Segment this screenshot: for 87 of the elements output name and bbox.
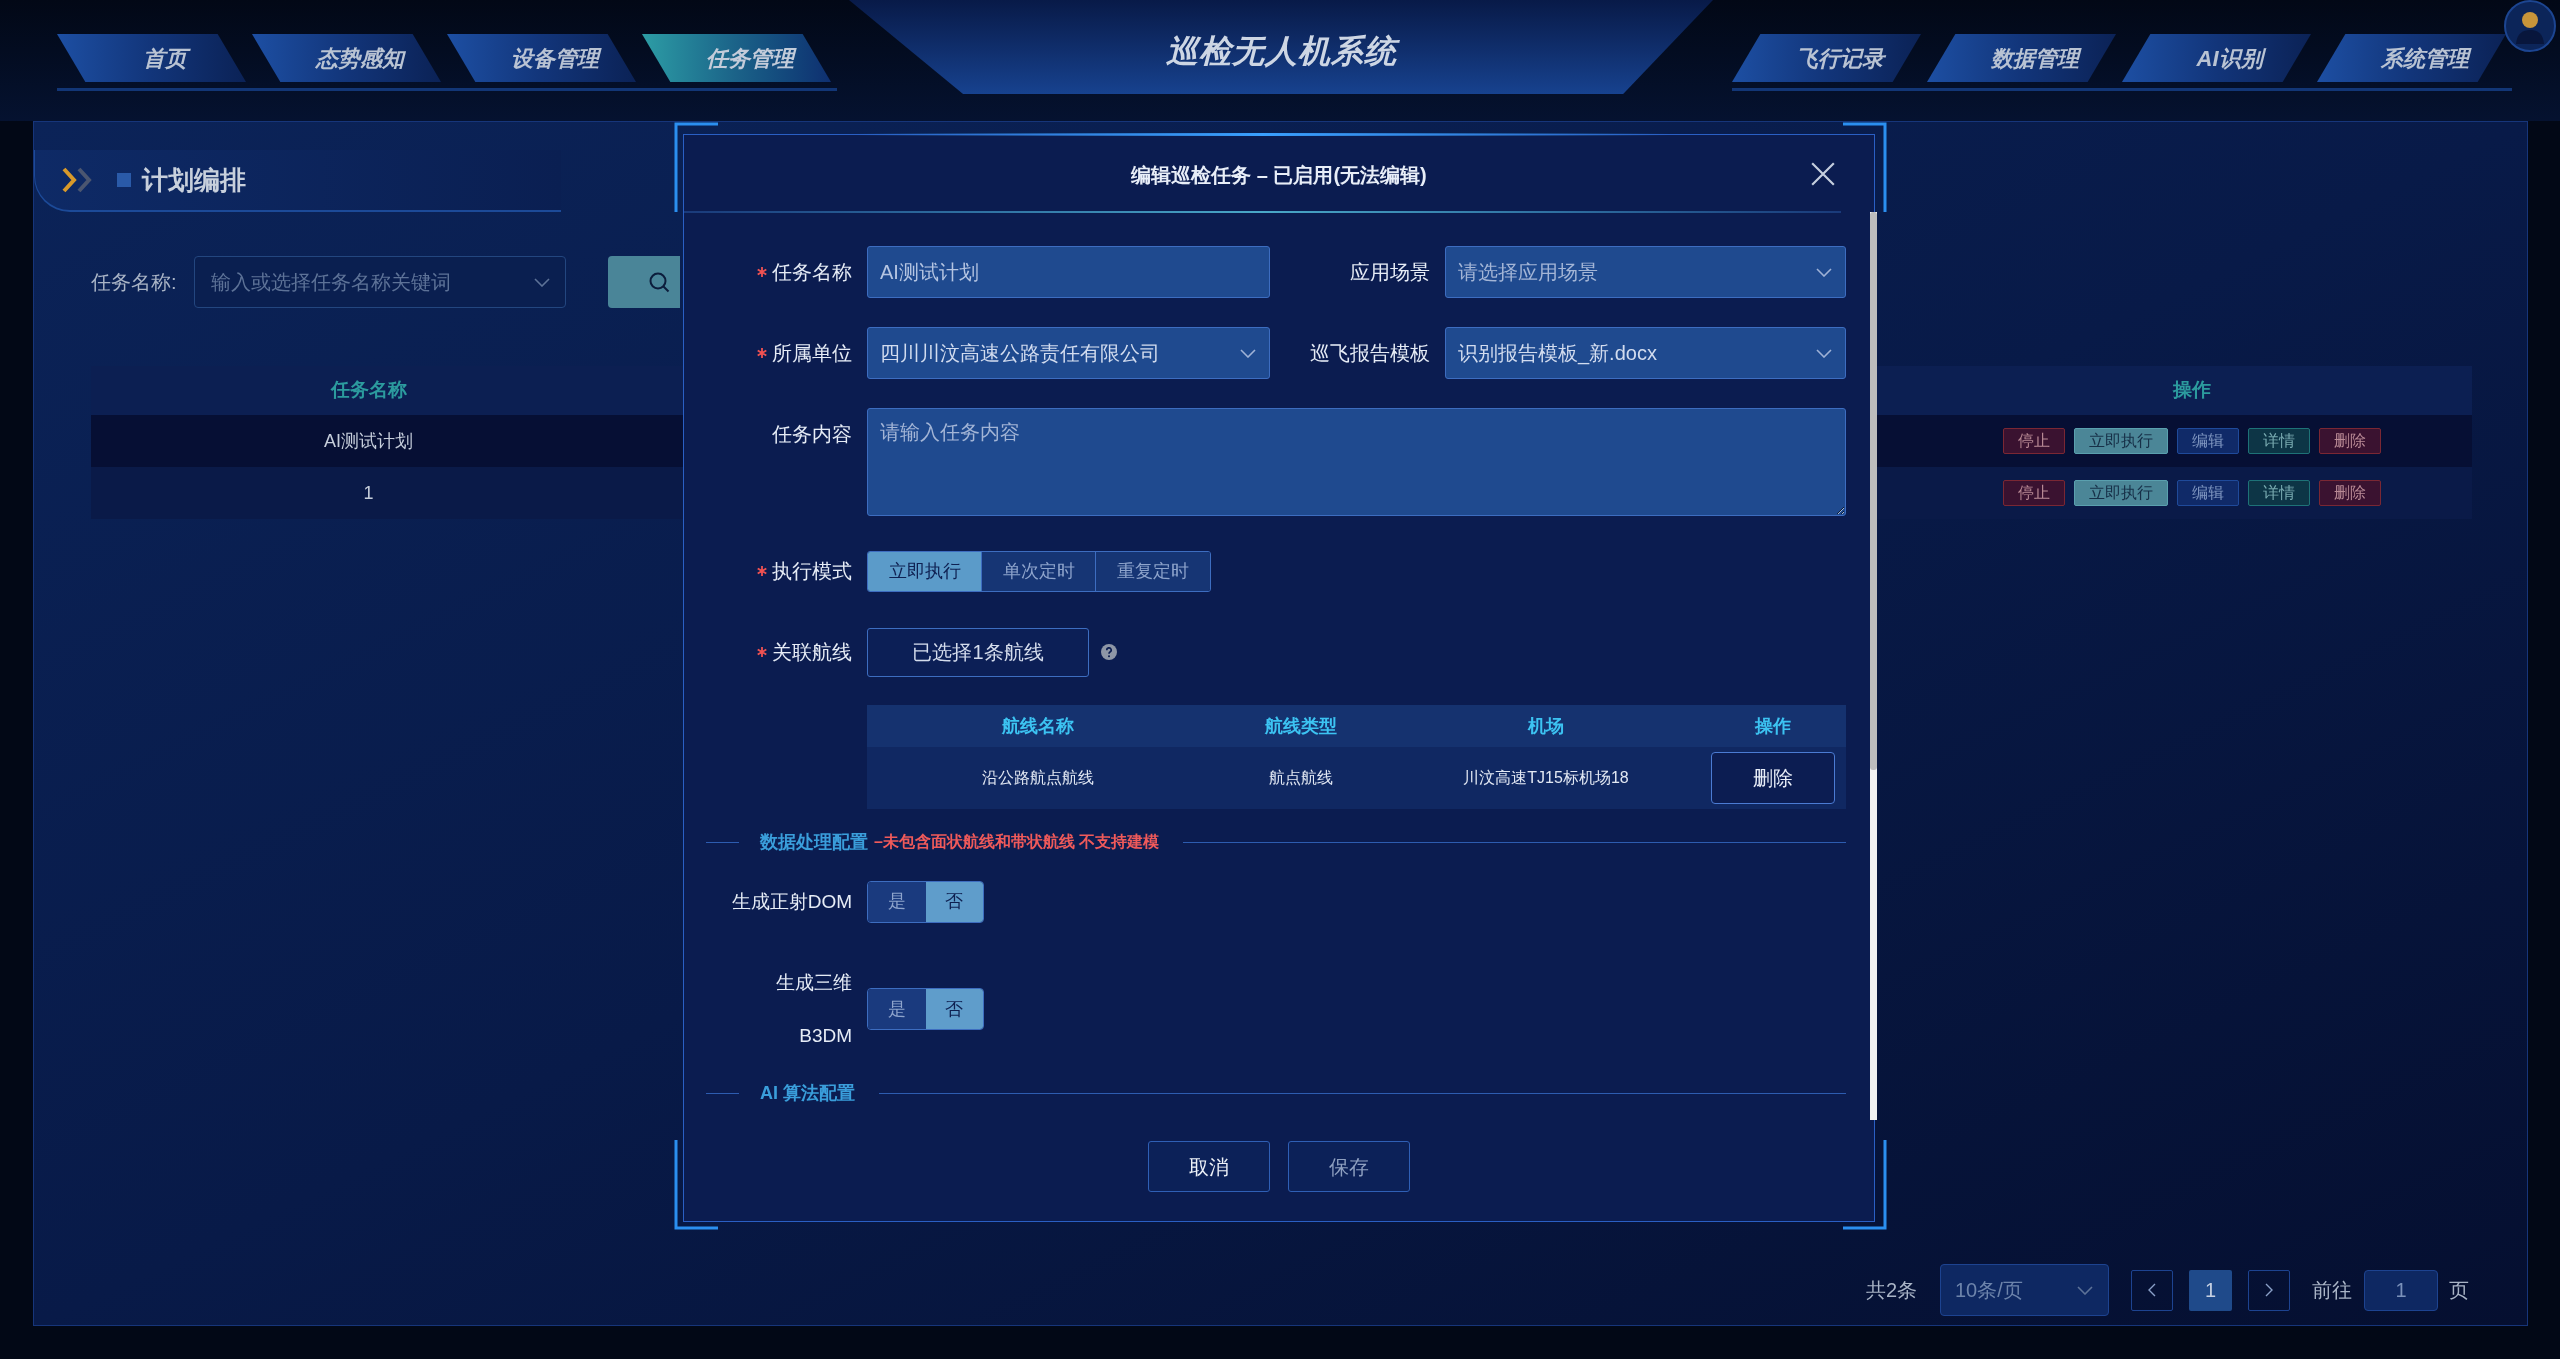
chevron-down-icon <box>2077 1286 2093 1295</box>
section-title: 计划编排 <box>142 163 246 197</box>
select-field[interactable]: 识别报告模板_新.docx <box>1445 327 1846 379</box>
chevron-right-icon <box>2265 1283 2273 1297</box>
avatar-icon[interactable] <box>2504 0 2556 52</box>
row-action-button[interactable]: 立即执行 <box>2074 480 2168 506</box>
table-cell-text: 航点航线 <box>1268 768 1334 788</box>
field-label: 任务名称 <box>772 260 852 285</box>
close-icon <box>1810 161 1836 187</box>
nav-tab[interactable]: 系统管理 <box>2317 34 2506 82</box>
nav-tab[interactable]: 任务管理 <box>642 34 831 82</box>
option-label: 生成三维 B3DM <box>775 971 852 1048</box>
table-cell-text: 川汶高速TJ15标机场18 <box>1462 768 1630 788</box>
mode-option[interactable]: 单次定时 <box>982 551 1096 591</box>
row-action-button[interactable]: 删除 <box>2319 480 2381 506</box>
field-label: 应用场景 <box>1350 260 1430 285</box>
text-input[interactable]: AI测试计划 <box>867 246 1270 298</box>
dialog-button[interactable]: 取消 <box>1148 1141 1270 1192</box>
column-header: 操作 <box>2171 378 2212 403</box>
mode-option[interactable]: 重复定时 <box>1096 551 1210 591</box>
chevron-down-icon <box>1240 349 1256 358</box>
route-select-button[interactable]: 已选择1条航线 <box>867 627 1089 677</box>
goto-suffix: 页 <box>2449 1278 2469 1303</box>
column-header: 航线名称 <box>1001 714 1075 738</box>
toggle-option[interactable]: 否 <box>925 989 983 1029</box>
nav-tab[interactable]: 飞行记录 <box>1732 34 1921 82</box>
chevron-down-icon <box>1816 268 1832 277</box>
row-action-button[interactable]: 立即执行 <box>2074 428 2168 454</box>
select-field[interactable]: 四川川汶高速公路责任有限公司 <box>867 327 1270 379</box>
help-icon <box>1101 644 1117 660</box>
row-action-button[interactable]: 详情 <box>2248 428 2310 454</box>
field-label: 巡飞报告模板 <box>1310 341 1430 366</box>
scrollbar-thumb[interactable] <box>1870 212 1877 770</box>
section-heading: 数据处理配置 <box>760 830 868 854</box>
next-page-button[interactable] <box>2248 1269 2290 1311</box>
column-header: 任务名称 <box>329 378 408 403</box>
nav-tab[interactable]: 数据管理 <box>1927 34 2116 82</box>
page-button[interactable]: 1 <box>2189 1269 2232 1311</box>
nav-tab[interactable]: AI识别 <box>2122 34 2311 82</box>
toggle-option[interactable]: 是 <box>868 881 926 922</box>
nav-tab[interactable]: 设备管理 <box>447 34 636 82</box>
field-label: 执行模式 <box>772 559 852 584</box>
table-cell-text: 沿公路航点航线 <box>981 768 1095 788</box>
previous-page-button[interactable] <box>2131 1269 2173 1311</box>
chevron-left-icon <box>2148 1283 2156 1297</box>
close-button[interactable] <box>1810 161 1836 187</box>
select-field[interactable]: 请选择应用场景 <box>1445 246 1846 298</box>
search-icon <box>647 271 670 293</box>
search-label: 任务名称: <box>91 270 177 295</box>
page-size-select[interactable]: 10条/页 <box>1940 1264 2109 1316</box>
total-count: 共2条 <box>1865 1278 1917 1303</box>
nav-tab[interactable]: 态势感知 <box>252 34 441 82</box>
option-label: 生成正射DOM <box>731 890 852 914</box>
row-action-button[interactable]: 删除 <box>2319 428 2381 454</box>
row-action-button[interactable]: 编辑 <box>2177 428 2239 454</box>
chevron-down-icon <box>533 278 550 287</box>
chevron-down-icon <box>1816 349 1832 358</box>
column-header: 机场 <box>1526 714 1565 738</box>
goto-label: 前往 <box>2312 1278 2352 1303</box>
section-note: –未包含面状航线和带状航线 不支持建模 <box>874 832 1160 852</box>
row-action-button[interactable]: 详情 <box>2248 480 2310 506</box>
field-label: 关联航线 <box>772 640 852 665</box>
row-action-button[interactable]: 停止 <box>2003 428 2065 454</box>
textarea-field[interactable]: 请输入任务内容 <box>867 408 1846 516</box>
row-action-button[interactable]: 编辑 <box>2177 480 2239 506</box>
field-label: 所属单位 <box>772 341 852 366</box>
search-select[interactable]: 输入或选择任务名称关键词 <box>193 256 566 308</box>
square-marker-icon <box>117 173 131 187</box>
toggle-option[interactable]: 否 <box>925 881 983 922</box>
corner-bracket-icon <box>674 1140 718 1230</box>
delete-button[interactable]: 删除 <box>1710 752 1835 804</box>
dialog-title: 编辑巡检任务 – 已启用(无法编辑) <box>1131 163 1427 188</box>
corner-bracket-icon <box>1843 122 1887 212</box>
table-cell-text: 1 <box>362 481 375 505</box>
corner-bracket-icon <box>674 122 718 212</box>
field-label: 任务内容 <box>772 422 852 447</box>
column-header: 操作 <box>1753 714 1792 738</box>
section-heading: AI 算法配置 <box>760 1081 855 1105</box>
table-cell-text: AI测试计划 <box>323 429 414 453</box>
mode-option[interactable]: 立即执行 <box>868 551 982 591</box>
corner-bracket-icon <box>1843 1140 1887 1230</box>
nav-tab[interactable]: 首页 <box>57 34 246 82</box>
search-button[interactable] <box>607 256 680 308</box>
column-header: 航线类型 <box>1264 714 1338 738</box>
page-input[interactable]: 1 <box>2364 1269 2438 1311</box>
toggle-option[interactable]: 是 <box>868 989 926 1029</box>
row-action-button[interactable]: 停止 <box>2003 480 2065 506</box>
